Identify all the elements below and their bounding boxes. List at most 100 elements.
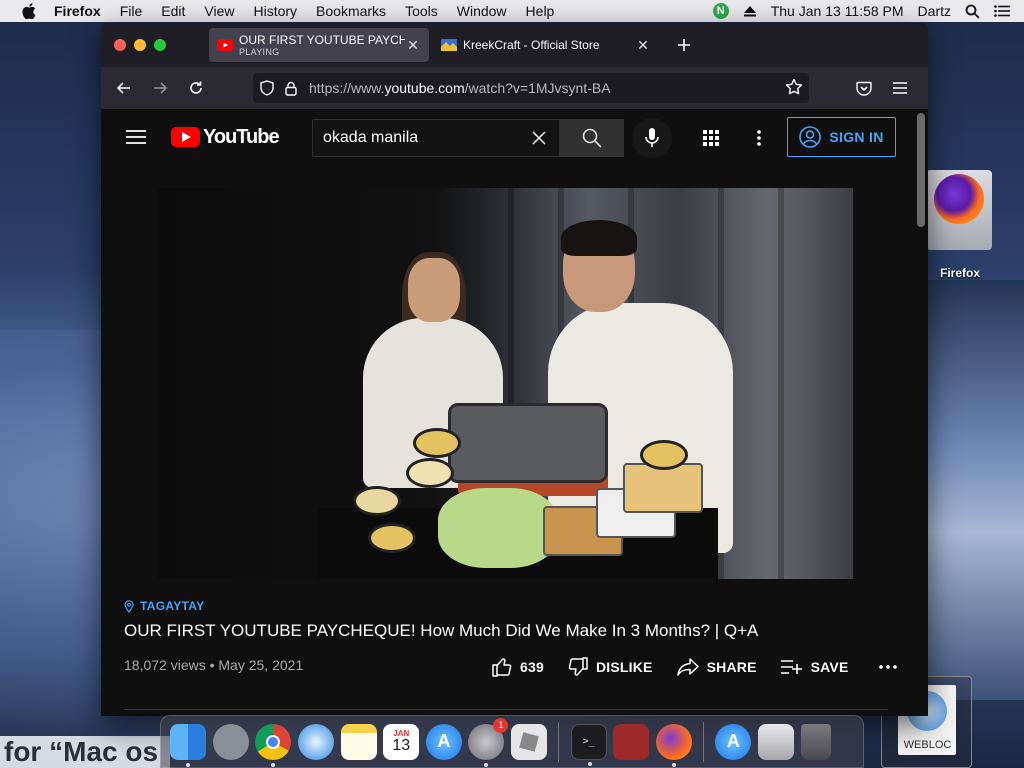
playlist-add-icon [780, 660, 802, 674]
tab-strip: OUR FIRST YOUTUBE PAYCHEQUE PLAYING ✕ Kr… [101, 23, 928, 67]
chrome-icon[interactable] [255, 723, 292, 767]
safari-icon[interactable] [298, 723, 335, 760]
sign-in-button[interactable]: SIGN IN [787, 117, 896, 157]
back-button[interactable] [109, 73, 139, 103]
save-button[interactable]: SAVE [780, 659, 849, 675]
terminal-icon[interactable]: >_ [570, 723, 607, 766]
video-metadata: TAGAYTAY OUR FIRST YOUTUBE PAYCHEQUE! Ho… [124, 599, 897, 689]
back-arrow-icon [116, 82, 130, 94]
tracking-protection-shield-icon[interactable] [253, 73, 281, 103]
menu-history[interactable]: History [253, 3, 297, 19]
forward-button[interactable] [145, 73, 175, 103]
notes-icon[interactable] [340, 723, 377, 760]
youtube-header: YouTube okada manila SIGN IN [101, 109, 928, 165]
desktop-firefox-disk-icon[interactable]: Firefox [926, 170, 994, 280]
menu-edit[interactable]: Edit [161, 3, 185, 19]
menu-window[interactable]: Window [457, 3, 507, 19]
system-preferences-icon[interactable]: 1 [468, 717, 509, 767]
app-menu-button[interactable] [882, 73, 918, 103]
reload-icon [190, 81, 202, 94]
app-store-folder-icon[interactable]: A [715, 723, 752, 760]
tab-title: OUR FIRST YOUTUBE PAYCHEQUE [239, 33, 405, 47]
finder-icon[interactable] [170, 723, 207, 767]
menubar-clock[interactable]: Thu Jan 13 11:58 PM [771, 3, 904, 19]
hamburger-menu-icon [893, 82, 907, 94]
preview-icon[interactable] [758, 723, 795, 760]
like-button[interactable]: 639 [492, 657, 544, 677]
youtube-apps-button[interactable] [691, 118, 731, 158]
menu-tools[interactable]: Tools [405, 3, 438, 19]
calendar-icon[interactable]: JAN 13 [383, 723, 420, 760]
tab-title: KreekCraft - Official Store [463, 38, 600, 52]
section-divider [124, 709, 888, 710]
youtube-search-input[interactable]: okada manila [312, 119, 560, 157]
menu-bookmarks[interactable]: Bookmarks [316, 3, 386, 19]
app-store-icon[interactable]: A [425, 723, 462, 760]
video-title: OUR FIRST YOUTUBE PAYCHEQUE! How Much Di… [124, 621, 759, 640]
bookmark-star-icon[interactable] [785, 78, 803, 99]
menu-file[interactable]: File [120, 3, 143, 19]
menu-app-name[interactable]: Firefox [54, 3, 101, 19]
youtube-wordmark: YouTube [203, 125, 280, 148]
voice-search-button[interactable] [632, 118, 672, 158]
menubar-user[interactable]: Dartz [918, 3, 951, 19]
url-bar[interactable]: https://www. youtube.com/watch?v=1MJvsynt… [253, 73, 809, 103]
location-tag[interactable]: TAGAYTAY [124, 599, 894, 613]
youtube-guide-button[interactable] [116, 117, 156, 157]
menu-help[interactable]: Help [526, 3, 555, 19]
dock-separator [558, 721, 560, 762]
firefox-icon [926, 170, 992, 250]
tab-kreekcraft[interactable]: KreekCraft - Official Store ✕ [433, 28, 659, 62]
roblox-icon[interactable] [511, 723, 548, 760]
minimize-window-button[interactable] [134, 39, 146, 51]
save-label: SAVE [810, 659, 849, 675]
desktop-wallpaper-right [920, 280, 1024, 700]
location-label: TAGAYTAY [140, 599, 205, 613]
desktop-background-window-text: for “Mac os [0, 736, 170, 768]
dislike-button[interactable]: DISLIKE [568, 657, 653, 677]
dislike-label: DISLIKE [595, 659, 653, 675]
kreekcraft-favicon-icon [441, 39, 457, 51]
search-icon [582, 128, 602, 148]
page-scrollbar[interactable] [917, 113, 925, 227]
launchpad-icon[interactable] [212, 723, 249, 760]
desktop-icon-label: Firefox [939, 266, 980, 280]
apple-menu-icon[interactable] [20, 2, 38, 20]
dock-separator [703, 721, 705, 762]
status-n-icon[interactable]: N [712, 3, 729, 19]
close-window-button[interactable] [114, 39, 126, 51]
notification-badge: 1 [493, 717, 509, 733]
pocket-button[interactable] [846, 73, 882, 103]
menu-view[interactable]: View [204, 3, 234, 19]
youtube-settings-button[interactable] [739, 118, 779, 158]
calendar-day: 13 [392, 737, 411, 754]
photo-booth-icon[interactable] [613, 723, 650, 760]
trash-icon[interactable] [800, 723, 831, 760]
reload-button[interactable] [181, 73, 211, 103]
view-count-date: 18,072 views • May 25, 2021 [124, 657, 304, 673]
tab-playing-label: PLAYING [239, 47, 280, 57]
padlock-icon[interactable] [281, 73, 301, 103]
more-horizontal-icon [878, 665, 897, 669]
navigation-toolbar: https://www. youtube.com/watch?v=1MJvsynt… [101, 67, 928, 109]
firefox-window: OUR FIRST YOUTUBE PAYCHEQUE PLAYING ✕ Kr… [101, 23, 928, 716]
close-tab-icon[interactable]: ✕ [635, 37, 651, 53]
new-tab-button[interactable] [669, 30, 699, 60]
eject-icon[interactable] [743, 5, 757, 17]
zoom-window-button[interactable] [154, 39, 166, 51]
tab-youtube[interactable]: OUR FIRST YOUTUBE PAYCHEQUE PLAYING ✕ [209, 28, 429, 62]
youtube-logo[interactable]: YouTube [171, 125, 280, 149]
firefox-icon[interactable] [655, 723, 692, 767]
close-tab-icon[interactable]: ✕ [405, 37, 421, 53]
spotlight-search-icon[interactable] [965, 4, 980, 19]
share-button[interactable]: SHARE [676, 658, 757, 676]
thumbs-down-icon [568, 657, 588, 676]
more-vertical-icon [757, 130, 761, 146]
youtube-search-button[interactable] [560, 119, 624, 157]
video-player[interactable] [158, 188, 853, 579]
clear-search-icon[interactable] [519, 131, 559, 145]
account-circle-icon [799, 126, 822, 148]
notification-center-icon[interactable] [994, 5, 1010, 17]
more-actions-button[interactable] [878, 665, 905, 669]
macos-dock: JAN 13 A 1 >_ A [160, 715, 864, 768]
